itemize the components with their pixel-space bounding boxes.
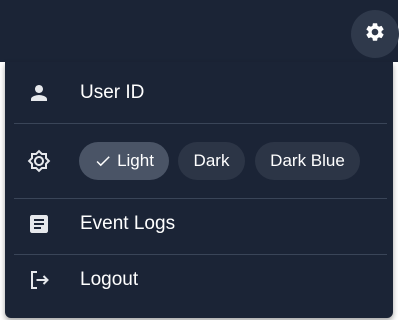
person-icon [25,79,53,107]
menu-item-event-logs[interactable]: Event Logs [5,201,393,247]
top-bar [0,0,399,62]
theme-selector: Light Dark Dark Blue [5,138,393,184]
document-icon [25,210,53,238]
settings-menu: User ID Light Dark Dark Blue Event Logs … [5,62,393,318]
logout-icon [25,266,53,294]
gear-icon [364,21,386,48]
chip-label: Dark [193,151,230,170]
settings-button[interactable] [351,10,399,58]
theme-option-dark-blue[interactable]: Dark Blue [255,142,360,180]
menu-item-user-id[interactable]: User ID [5,70,393,116]
theme-option-light[interactable]: Light [79,142,169,180]
menu-item-label: Logout [80,269,139,290]
brightness-icon [25,147,53,175]
divider [14,123,387,124]
chip-label: Dark Blue [270,151,345,170]
check-icon [94,152,112,170]
menu-item-label: User ID [80,82,145,103]
divider [14,198,387,199]
theme-option-dark[interactable]: Dark [178,142,245,180]
menu-item-label: Event Logs [80,213,176,234]
menu-item-logout[interactable]: Logout [5,257,393,303]
divider [14,254,387,255]
chip-label: Light [117,151,154,170]
